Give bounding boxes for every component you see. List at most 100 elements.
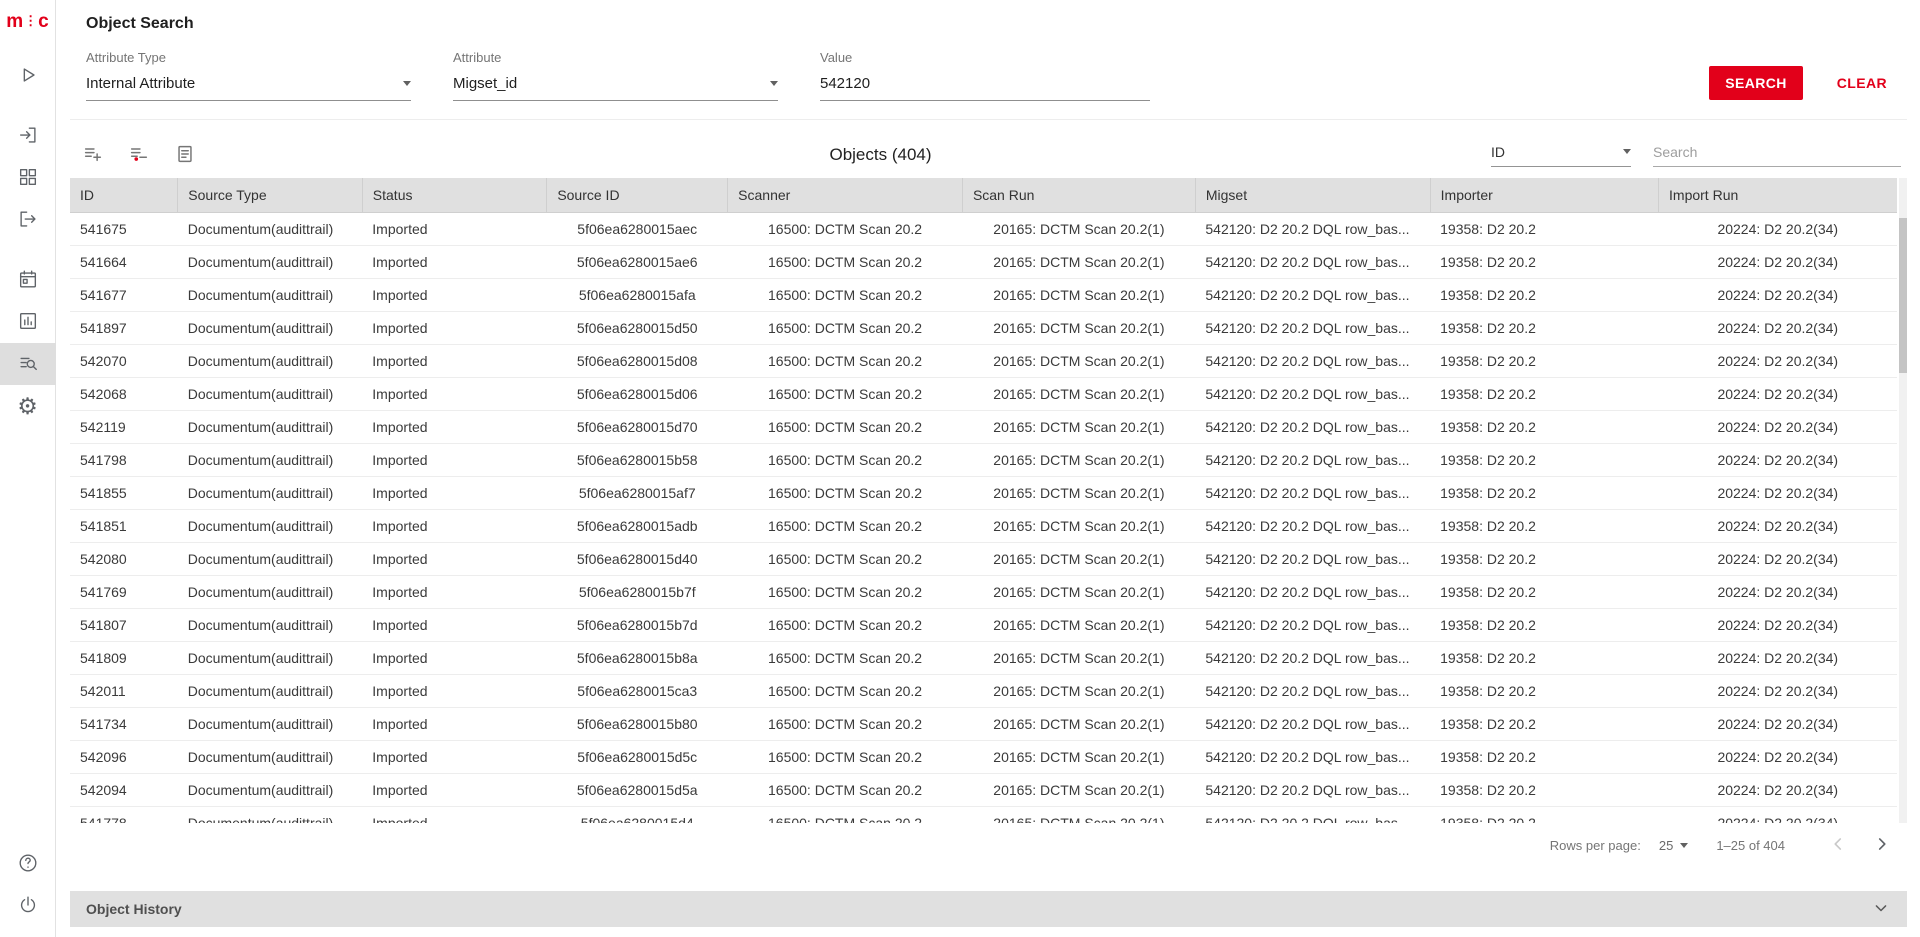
column-filter-value: ID <box>1491 144 1505 160</box>
table-row[interactable]: 542096Documentum(audittrail)Imported5f06… <box>70 740 1897 773</box>
column-header-scan-run[interactable]: Scan Run <box>962 178 1195 212</box>
table-cell: 541769 <box>70 575 178 608</box>
table-cell: 20224: D2 20.2(34) <box>1659 344 1897 377</box>
table-row[interactable]: 542119Documentum(audittrail)Imported5f06… <box>70 410 1897 443</box>
sidebar-item-settings[interactable]: ⚙ <box>0 385 56 427</box>
table-cell: 541807 <box>70 608 178 641</box>
remove-from-list-button[interactable] <box>126 141 152 170</box>
table-cell: 19358: D2 20.2 <box>1430 245 1658 278</box>
column-header-migset[interactable]: Migset <box>1195 178 1430 212</box>
chevron-down-icon <box>1680 843 1688 848</box>
details-button[interactable] <box>172 141 198 170</box>
table-row[interactable]: 541675Documentum(audittrail)Imported5f06… <box>70 212 1897 245</box>
table-row[interactable]: 542068Documentum(audittrail)Imported5f06… <box>70 377 1897 410</box>
table-row[interactable]: 541769Documentum(audittrail)Imported5f06… <box>70 575 1897 608</box>
next-page-button[interactable] <box>1871 833 1893 858</box>
column-header-source-id[interactable]: Source ID <box>547 178 728 212</box>
table-cell: 20224: D2 20.2(34) <box>1659 509 1897 542</box>
table-cell: 19358: D2 20.2 <box>1430 674 1658 707</box>
column-header-id[interactable]: ID <box>70 178 178 212</box>
objects-table-container: IDSource TypeStatusSource IDScannerScan … <box>70 178 1907 823</box>
search-button[interactable]: SEARCH <box>1709 66 1803 100</box>
table-cell: 20224: D2 20.2(34) <box>1659 773 1897 806</box>
object-history-panel[interactable]: Object History <box>70 891 1907 927</box>
app-root: m⋮c <box>0 0 1920 937</box>
table-row[interactable]: 542094Documentum(audittrail)Imported5f06… <box>70 773 1897 806</box>
filter-actions: SEARCH CLEAR <box>1709 66 1891 100</box>
add-list-icon <box>82 153 104 168</box>
table-cell: 19358: D2 20.2 <box>1430 212 1658 245</box>
attribute-select[interactable]: Migset_id <box>453 75 778 101</box>
table-cell: 20165: DCTM Scan 20.2(1) <box>962 608 1195 641</box>
table-row[interactable]: 542011Documentum(audittrail)Imported5f06… <box>70 674 1897 707</box>
table-cell: 5f06ea6280015b7d <box>547 608 728 641</box>
table-row[interactable]: 541809Documentum(audittrail)Imported5f06… <box>70 641 1897 674</box>
table-row[interactable]: 541855Documentum(audittrail)Imported5f06… <box>70 476 1897 509</box>
sidebar-item-import[interactable] <box>0 115 56 157</box>
sidebar-item-reports[interactable] <box>0 301 56 343</box>
table-row[interactable]: 541798Documentum(audittrail)Imported5f06… <box>70 443 1897 476</box>
table-cell: 19358: D2 20.2 <box>1430 278 1658 311</box>
table-cell: 541675 <box>70 212 178 245</box>
clear-button[interactable]: CLEAR <box>1833 66 1891 100</box>
table-cell: Imported <box>362 542 547 575</box>
table-cell: Documentum(audittrail) <box>178 575 363 608</box>
table-row[interactable]: 541807Documentum(audittrail)Imported5f06… <box>70 608 1897 641</box>
attribute-type-select[interactable]: Internal Attribute <box>86 75 411 101</box>
sidebar-item-power[interactable] <box>0 885 56 927</box>
table-row[interactable]: 541778Documentum(audittrail)Imported5f06… <box>70 806 1897 823</box>
table-cell: 20165: DCTM Scan 20.2(1) <box>962 212 1195 245</box>
column-header-status[interactable]: Status <box>362 178 547 212</box>
table-cell: 542120: D2 20.2 DQL row_bas... <box>1195 674 1430 707</box>
table-row[interactable]: 541664Documentum(audittrail)Imported5f06… <box>70 245 1897 278</box>
table-cell: 16500: DCTM Scan 20.2 <box>728 773 963 806</box>
table-cell: 20165: DCTM Scan 20.2(1) <box>962 509 1195 542</box>
objects-table-body: 541675Documentum(audittrail)Imported5f06… <box>70 212 1897 823</box>
table-cell: 20165: DCTM Scan 20.2(1) <box>962 773 1195 806</box>
table-cell: 5f06ea6280015d5a <box>547 773 728 806</box>
table-row[interactable]: 541851Documentum(audittrail)Imported5f06… <box>70 509 1897 542</box>
chevron-down-icon <box>1623 149 1631 154</box>
objects-toolbar: Objects (404) ID <box>70 132 1907 178</box>
table-search-input[interactable] <box>1653 144 1901 167</box>
chevron-down-icon[interactable] <box>1871 898 1891 921</box>
previous-page-button[interactable] <box>1827 833 1849 858</box>
table-cell: 20224: D2 20.2(34) <box>1659 575 1897 608</box>
table-cell: 19358: D2 20.2 <box>1430 575 1658 608</box>
table-scrollbar-thumb[interactable] <box>1899 218 1907 373</box>
column-filter-select[interactable]: ID <box>1491 144 1631 167</box>
table-cell: 542120: D2 20.2 DQL row_bas... <box>1195 278 1430 311</box>
table-cell: Documentum(audittrail) <box>178 509 363 542</box>
table-cell: 16500: DCTM Scan 20.2 <box>728 212 963 245</box>
table-row[interactable]: 541897Documentum(audittrail)Imported5f06… <box>70 311 1897 344</box>
column-header-import-run[interactable]: Import Run <box>1659 178 1897 212</box>
table-cell: Imported <box>362 575 547 608</box>
table-cell: 16500: DCTM Scan 20.2 <box>728 740 963 773</box>
table-cell: 20224: D2 20.2(34) <box>1659 410 1897 443</box>
table-cell: 542120: D2 20.2 DQL row_bas... <box>1195 575 1430 608</box>
table-scrollbar[interactable] <box>1899 178 1907 823</box>
sidebar-item-dashboard[interactable] <box>0 157 56 199</box>
sidebar-item-run[interactable] <box>0 55 56 97</box>
table-cell: 20224: D2 20.2(34) <box>1659 674 1897 707</box>
column-header-source-type[interactable]: Source Type <box>178 178 363 212</box>
rows-per-page-select[interactable]: 25 <box>1659 838 1688 853</box>
table-row[interactable]: 541677Documentum(audittrail)Imported5f06… <box>70 278 1897 311</box>
table-cell: 20165: DCTM Scan 20.2(1) <box>962 806 1195 823</box>
sidebar-item-help[interactable] <box>0 843 56 885</box>
table-row[interactable]: 542080Documentum(audittrail)Imported5f06… <box>70 542 1897 575</box>
sidebar-item-scheduler[interactable] <box>0 259 56 301</box>
sidebar-item-object-search[interactable] <box>0 343 56 385</box>
chevron-down-icon <box>403 81 411 86</box>
table-cell: 542120: D2 20.2 DQL row_bas... <box>1195 311 1430 344</box>
table-cell: 20165: DCTM Scan 20.2(1) <box>962 278 1195 311</box>
add-to-list-button[interactable] <box>80 141 106 170</box>
table-row[interactable]: 541734Documentum(audittrail)Imported5f06… <box>70 707 1897 740</box>
column-header-importer[interactable]: Importer <box>1430 178 1658 212</box>
column-header-scanner[interactable]: Scanner <box>728 178 963 212</box>
value-input[interactable] <box>820 75 1150 101</box>
sidebar-item-export[interactable] <box>0 199 56 241</box>
table-row[interactable]: 542070Documentum(audittrail)Imported5f06… <box>70 344 1897 377</box>
sidebar: m⋮c <box>0 0 56 937</box>
table-cell: 542120: D2 20.2 DQL row_bas... <box>1195 608 1430 641</box>
